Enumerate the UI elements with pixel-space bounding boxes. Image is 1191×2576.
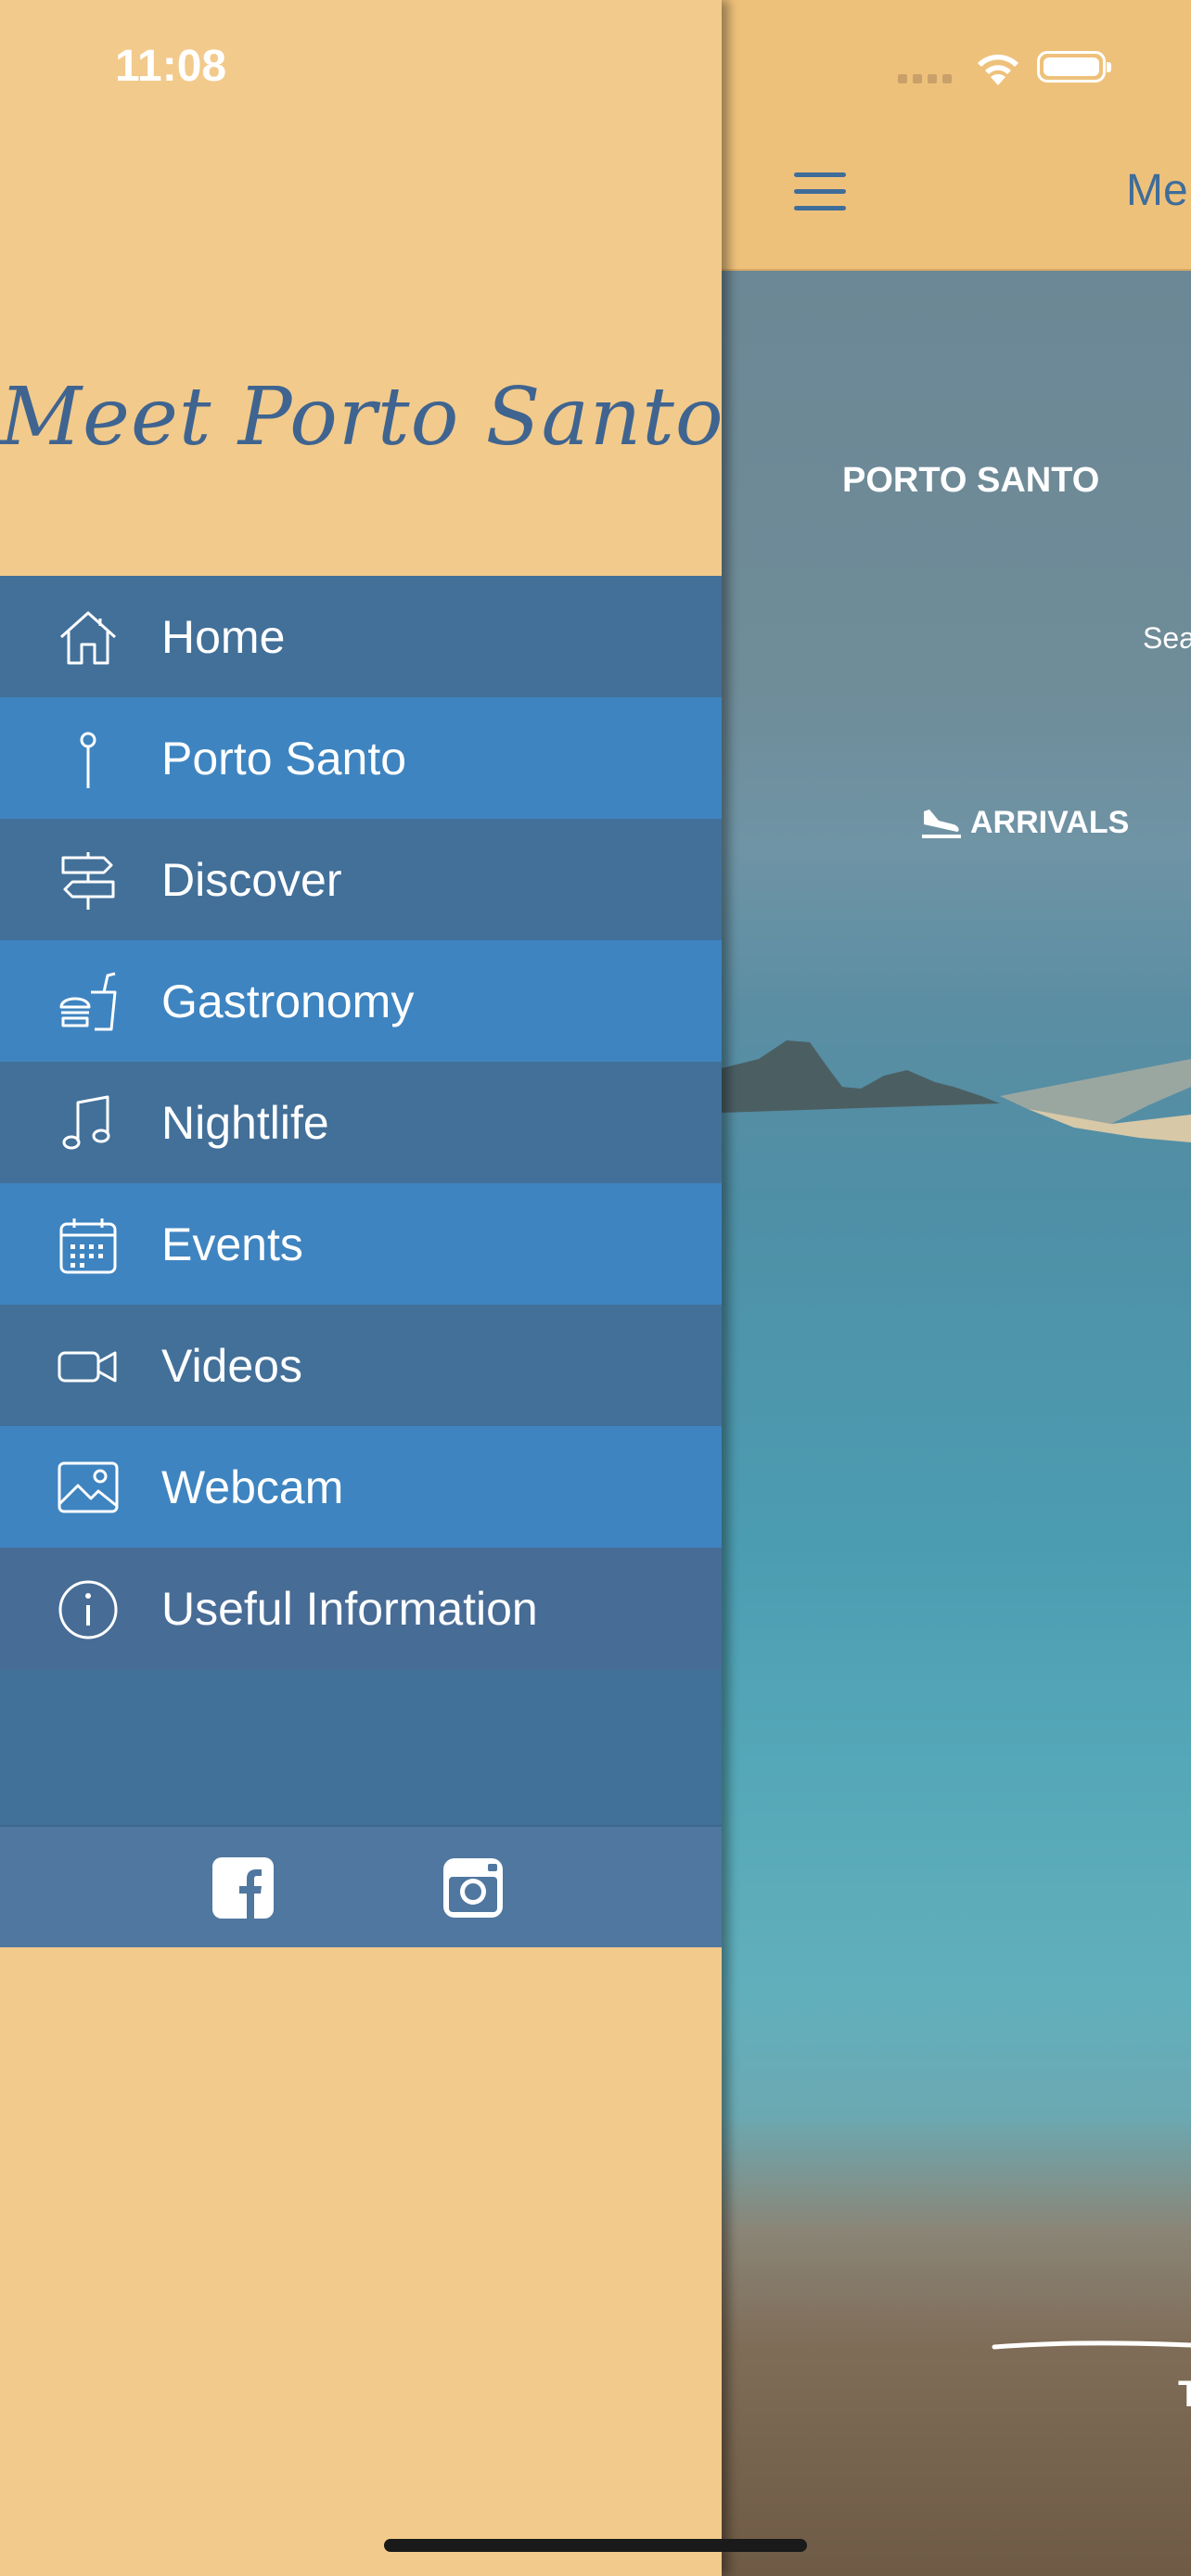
menu-item-useful-information[interactable]: Useful Information	[0, 1548, 722, 1669]
menu-label-webcam: Webcam	[161, 1460, 344, 1513]
menu-label-events: Events	[161, 1218, 303, 1270]
menu-label-gastronomy: Gastronomy	[161, 975, 415, 1027]
menu-item-home[interactable]: Home	[0, 576, 722, 697]
drawer-menu: Home Porto Santo Discover Gastronomy Nig…	[0, 576, 722, 1825]
menu-item-nightlife[interactable]: Nightlife	[0, 1062, 722, 1183]
menu-label-porto-santo: Porto Santo	[161, 732, 407, 784]
plane-landing-icon	[922, 810, 961, 838]
menu-item-events[interactable]: Events	[0, 1183, 722, 1305]
wifi-icon	[978, 54, 1018, 85]
status-icons	[898, 48, 1121, 89]
menu-item-webcam[interactable]: Webcam	[0, 1426, 722, 1548]
coastline-shape	[722, 1040, 1191, 1142]
menu-label-nightlife: Nightlife	[161, 1096, 329, 1149]
brand-logo: Meet Porto Santo	[0, 371, 724, 464]
decorative-line	[992, 2340, 1191, 2350]
menu-item-porto-santo[interactable]: Porto Santo	[0, 697, 722, 819]
menu-item-discover[interactable]: Discover	[0, 819, 722, 940]
side-drawer: 11:08 Meet Porto Santo Home Porto Santo	[0, 0, 724, 2576]
hero-bottom-partial-text: T	[1178, 2374, 1191, 2415]
main-header: Me	[722, 0, 1191, 271]
facebook-icon[interactable]	[211, 1856, 275, 1919]
music-note-icon	[58, 1093, 119, 1154]
menu-item-videos[interactable]: Videos	[0, 1305, 722, 1426]
video-camera-icon	[58, 1336, 119, 1397]
main-page: Me PORTO SANTO Sea ARRIVALS T	[722, 0, 1191, 2576]
social-bar	[0, 1825, 722, 1947]
signpost-icon	[58, 850, 119, 912]
arrivals-button[interactable]: ARRIVALS	[920, 804, 1129, 841]
cellular-signal-icon	[898, 74, 954, 83]
instagram-icon[interactable]	[442, 1856, 505, 1919]
image-icon	[58, 1458, 119, 1519]
main-header-title: Me	[1126, 166, 1188, 215]
home-indicator[interactable]	[384, 2539, 807, 2552]
map-pin-icon	[58, 729, 119, 790]
menu-hamburger-icon[interactable]	[794, 172, 846, 211]
menu-label-videos: Videos	[161, 1339, 302, 1392]
menu-label-useful-information: Useful Information	[161, 1582, 538, 1635]
hero-image: PORTO SANTO Sea ARRIVALS T	[722, 271, 1191, 2576]
home-icon	[58, 607, 119, 669]
calendar-icon	[58, 1215, 119, 1276]
hero-title: PORTO SANTO	[842, 461, 1100, 500]
status-bar-time: 11:08	[115, 42, 227, 91]
menu-label-home: Home	[161, 610, 286, 663]
battery-icon	[1037, 51, 1111, 83]
menu-item-gastronomy[interactable]: Gastronomy	[0, 940, 722, 1062]
menu-label-discover: Discover	[161, 853, 342, 906]
arrivals-label: ARRIVALS	[970, 804, 1130, 840]
hero-partial-text: Sea	[1143, 621, 1191, 655]
info-icon	[58, 1579, 119, 1640]
burger-drink-icon	[58, 972, 119, 1033]
